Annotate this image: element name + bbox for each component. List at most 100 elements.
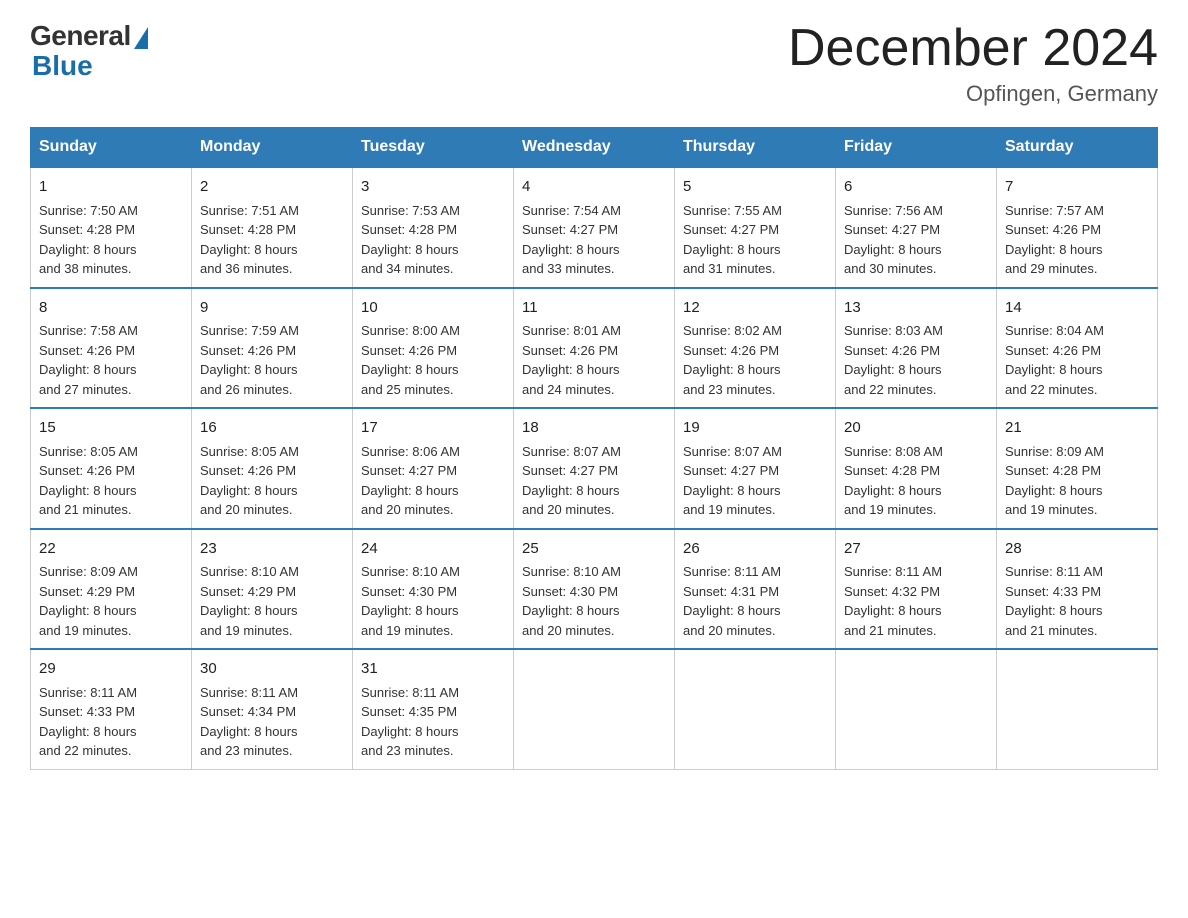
- day-info: Sunrise: 8:01 AMSunset: 4:26 PMDaylight:…: [522, 323, 621, 397]
- calendar-body: 1Sunrise: 7:50 AMSunset: 4:28 PMDaylight…: [31, 167, 1158, 769]
- calendar-cell: [836, 649, 997, 769]
- day-number: 31: [361, 658, 505, 681]
- col-header-wednesday: Wednesday: [514, 128, 675, 168]
- calendar-cell: 15Sunrise: 8:05 AMSunset: 4:26 PMDayligh…: [31, 408, 192, 529]
- day-info: Sunrise: 7:54 AMSunset: 4:27 PMDaylight:…: [522, 203, 621, 277]
- day-info: Sunrise: 8:11 AMSunset: 4:34 PMDaylight:…: [200, 685, 298, 759]
- day-number: 25: [522, 538, 666, 561]
- day-info: Sunrise: 8:10 AMSunset: 4:29 PMDaylight:…: [200, 564, 299, 638]
- day-number: 14: [1005, 297, 1149, 320]
- week-row-5: 29 Sunrise: 8:11 AMSunset: 4:33 PMDayligh…: [31, 649, 1158, 769]
- col-header-saturday: Saturday: [997, 128, 1158, 168]
- logo-triangle-icon: [134, 27, 148, 49]
- calendar-cell: 30 Sunrise: 8:11 AMSunset: 4:34 PMDayligh…: [192, 649, 353, 769]
- calendar-cell: 7 Sunrise: 7:57 AMSunset: 4:26 PMDaylight…: [997, 167, 1158, 288]
- day-info: Sunrise: 7:56 AMSunset: 4:27 PMDaylight:…: [844, 203, 943, 277]
- day-info: Sunrise: 8:10 AMSunset: 4:30 PMDaylight:…: [361, 564, 460, 638]
- day-info: Sunrise: 8:07 AMSunset: 4:27 PMDaylight:…: [522, 444, 621, 518]
- calendar-cell: 20 Sunrise: 8:08 AMSunset: 4:28 PMDayligh…: [836, 408, 997, 529]
- day-number: 26: [683, 538, 827, 561]
- day-number: 11: [522, 297, 666, 320]
- day-info: Sunrise: 8:00 AMSunset: 4:26 PMDaylight:…: [361, 323, 460, 397]
- logo-top: General: [30, 20, 148, 52]
- day-info: Sunrise: 8:11 AMSunset: 4:35 PMDaylight:…: [361, 685, 459, 759]
- calendar-cell: 9 Sunrise: 7:59 AMSunset: 4:26 PMDaylight…: [192, 288, 353, 409]
- calendar-cell: [675, 649, 836, 769]
- day-number: 10: [361, 297, 505, 320]
- day-number: 3: [361, 176, 505, 199]
- day-number: 22: [39, 538, 183, 561]
- col-header-monday: Monday: [192, 128, 353, 168]
- day-info: Sunrise: 7:50 AMSunset: 4:28 PMDaylight:…: [39, 203, 138, 277]
- day-info: Sunrise: 7:59 AMSunset: 4:26 PMDaylight:…: [200, 323, 299, 397]
- day-number: 28: [1005, 538, 1149, 561]
- day-info: Sunrise: 8:11 AMSunset: 4:33 PMDaylight:…: [39, 685, 137, 759]
- day-info: Sunrise: 7:57 AMSunset: 4:26 PMDaylight:…: [1005, 203, 1104, 277]
- calendar-cell: 25 Sunrise: 8:10 AMSunset: 4:30 PMDayligh…: [514, 529, 675, 650]
- day-info: Sunrise: 8:02 AMSunset: 4:26 PMDaylight:…: [683, 323, 782, 397]
- day-number: 9: [200, 297, 344, 320]
- day-info: Sunrise: 8:09 AMSunset: 4:29 PMDaylight:…: [39, 564, 138, 638]
- header-row: SundayMondayTuesdayWednesdayThursdayFrid…: [31, 128, 1158, 168]
- calendar-cell: 5Sunrise: 7:55 AMSunset: 4:27 PMDaylight…: [675, 167, 836, 288]
- day-number: 20: [844, 417, 988, 440]
- calendar-cell: 23Sunrise: 8:10 AMSunset: 4:29 PMDayligh…: [192, 529, 353, 650]
- col-header-tuesday: Tuesday: [353, 128, 514, 168]
- day-number: 6: [844, 176, 988, 199]
- calendar-cell: 10 Sunrise: 8:00 AMSunset: 4:26 PMDayligh…: [353, 288, 514, 409]
- page-title: December 2024: [788, 20, 1158, 77]
- calendar-cell: 18Sunrise: 8:07 AMSunset: 4:27 PMDayligh…: [514, 408, 675, 529]
- calendar-cell: 1Sunrise: 7:50 AMSunset: 4:28 PMDaylight…: [31, 167, 192, 288]
- day-info: Sunrise: 8:11 AMSunset: 4:31 PMDaylight:…: [683, 564, 781, 638]
- col-header-sunday: Sunday: [31, 128, 192, 168]
- calendar-cell: 14 Sunrise: 8:04 AMSunset: 4:26 PMDayligh…: [997, 288, 1158, 409]
- day-info: Sunrise: 8:06 AMSunset: 4:27 PMDaylight:…: [361, 444, 460, 518]
- day-number: 27: [844, 538, 988, 561]
- day-number: 12: [683, 297, 827, 320]
- day-info: Sunrise: 8:09 AMSunset: 4:28 PMDaylight:…: [1005, 444, 1104, 518]
- calendar-cell: 4 Sunrise: 7:54 AMSunset: 4:27 PMDaylight…: [514, 167, 675, 288]
- calendar-cell: [997, 649, 1158, 769]
- logo: General Blue: [30, 20, 148, 82]
- col-header-friday: Friday: [836, 128, 997, 168]
- calendar-cell: 24 Sunrise: 8:10 AMSunset: 4:30 PMDayligh…: [353, 529, 514, 650]
- page-header: General Blue December 2024 Opfingen, Ger…: [30, 20, 1158, 107]
- day-number: 7: [1005, 176, 1149, 199]
- day-number: 16: [200, 417, 344, 440]
- calendar-cell: 2 Sunrise: 7:51 AMSunset: 4:28 PMDaylight…: [192, 167, 353, 288]
- week-row-2: 8Sunrise: 7:58 AMSunset: 4:26 PMDaylight…: [31, 288, 1158, 409]
- calendar-cell: 12 Sunrise: 8:02 AMSunset: 4:26 PMDayligh…: [675, 288, 836, 409]
- week-row-1: 1Sunrise: 7:50 AMSunset: 4:28 PMDaylight…: [31, 167, 1158, 288]
- calendar-cell: 31 Sunrise: 8:11 AMSunset: 4:35 PMDayligh…: [353, 649, 514, 769]
- day-info: Sunrise: 8:04 AMSunset: 4:26 PMDaylight:…: [1005, 323, 1104, 397]
- calendar-cell: 17Sunrise: 8:06 AMSunset: 4:27 PMDayligh…: [353, 408, 514, 529]
- day-info: Sunrise: 7:51 AMSunset: 4:28 PMDaylight:…: [200, 203, 299, 277]
- day-info: Sunrise: 8:08 AMSunset: 4:28 PMDaylight:…: [844, 444, 943, 518]
- week-row-4: 22 Sunrise: 8:09 AMSunset: 4:29 PMDayligh…: [31, 529, 1158, 650]
- day-number: 24: [361, 538, 505, 561]
- day-number: 29: [39, 658, 183, 681]
- page-subtitle: Opfingen, Germany: [788, 81, 1158, 107]
- logo-general-text: General: [30, 20, 131, 52]
- calendar-cell: 28 Sunrise: 8:11 AMSunset: 4:33 PMDayligh…: [997, 529, 1158, 650]
- week-row-3: 15Sunrise: 8:05 AMSunset: 4:26 PMDayligh…: [31, 408, 1158, 529]
- day-info: Sunrise: 8:11 AMSunset: 4:33 PMDaylight:…: [1005, 564, 1103, 638]
- day-info: Sunrise: 8:11 AMSunset: 4:32 PMDaylight:…: [844, 564, 942, 638]
- day-info: Sunrise: 8:10 AMSunset: 4:30 PMDaylight:…: [522, 564, 621, 638]
- day-info: Sunrise: 8:03 AMSunset: 4:26 PMDaylight:…: [844, 323, 943, 397]
- calendar-cell: 8Sunrise: 7:58 AMSunset: 4:26 PMDaylight…: [31, 288, 192, 409]
- day-number: 4: [522, 176, 666, 199]
- col-header-thursday: Thursday: [675, 128, 836, 168]
- day-number: 30: [200, 658, 344, 681]
- calendar-cell: 6 Sunrise: 7:56 AMSunset: 4:27 PMDaylight…: [836, 167, 997, 288]
- logo-blue-text: Blue: [32, 50, 93, 82]
- calendar-cell: [514, 649, 675, 769]
- day-number: 19: [683, 417, 827, 440]
- calendar-cell: 3Sunrise: 7:53 AMSunset: 4:28 PMDaylight…: [353, 167, 514, 288]
- day-info: Sunrise: 7:55 AMSunset: 4:27 PMDaylight:…: [683, 203, 782, 277]
- day-number: 8: [39, 297, 183, 320]
- calendar-cell: 13 Sunrise: 8:03 AMSunset: 4:26 PMDayligh…: [836, 288, 997, 409]
- day-number: 2: [200, 176, 344, 199]
- calendar-cell: 26 Sunrise: 8:11 AMSunset: 4:31 PMDayligh…: [675, 529, 836, 650]
- day-number: 13: [844, 297, 988, 320]
